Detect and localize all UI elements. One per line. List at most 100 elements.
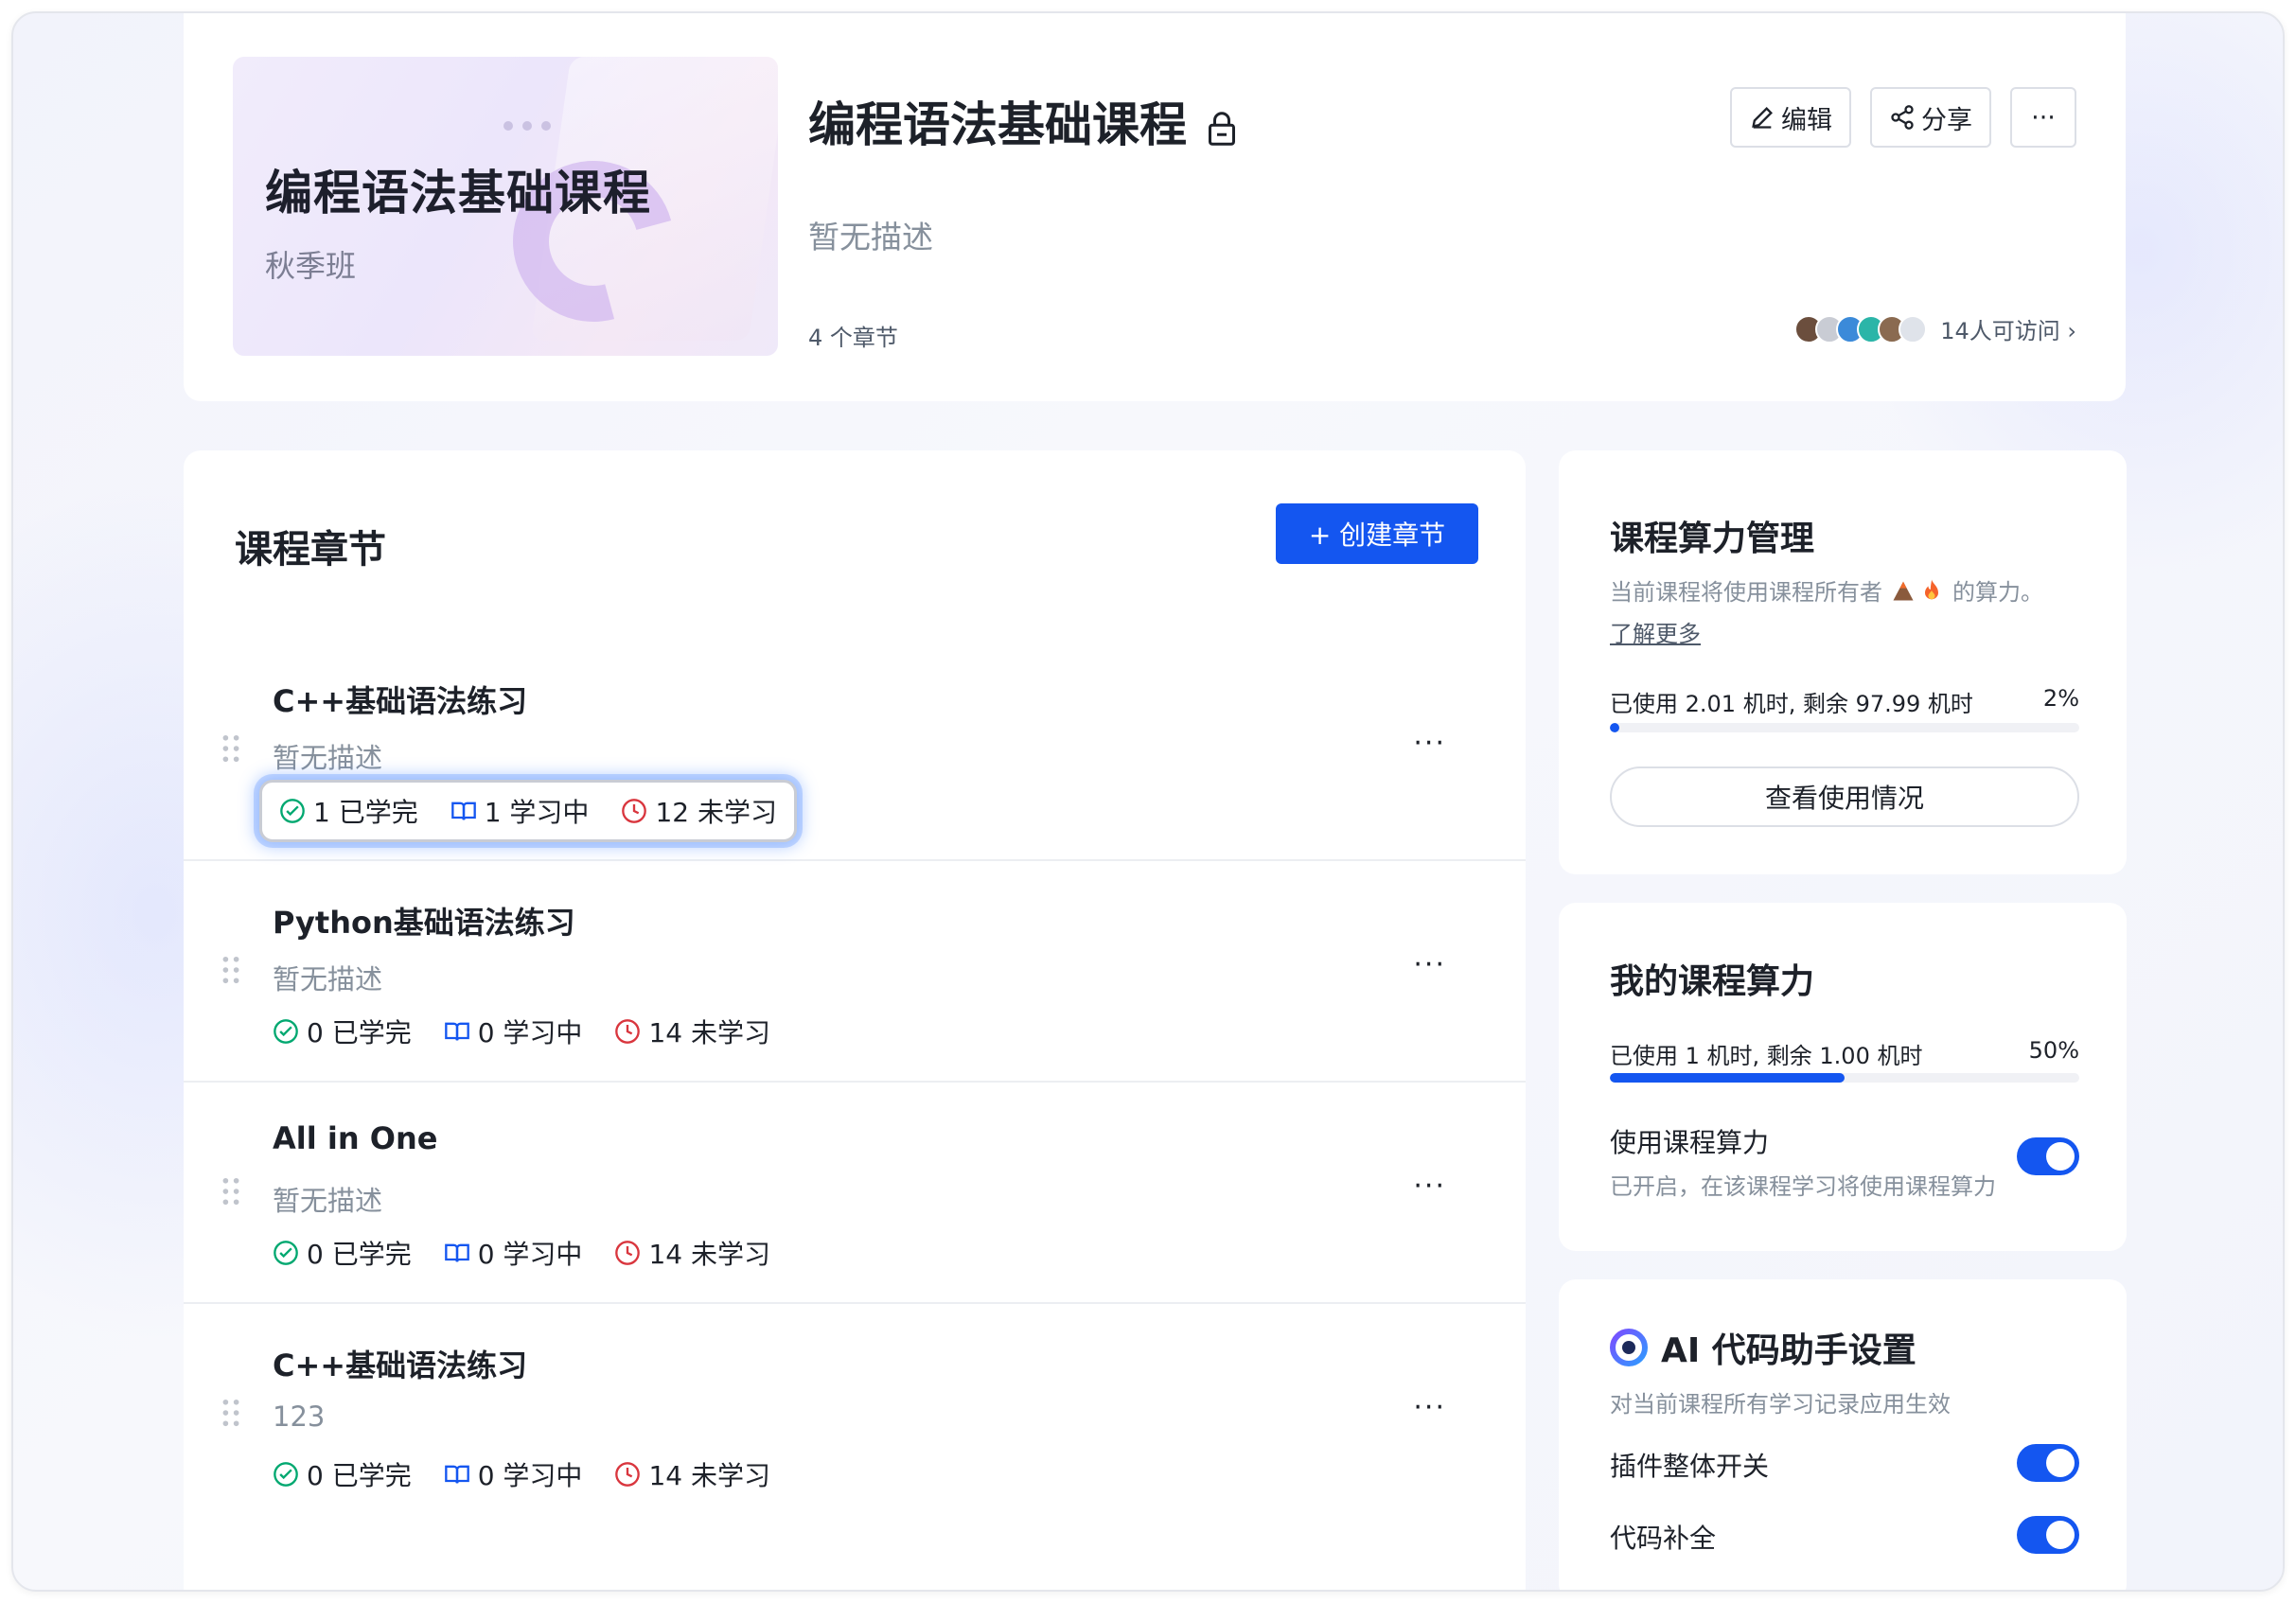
chapter-stats[interactable]: 1 已学完 1 学习中 12 未学习	[259, 780, 797, 842]
view-usage-button[interactable]: 查看使用情况	[1610, 766, 2079, 827]
stat-todo-text: 14 未学习	[648, 1017, 770, 1048]
clock-icon	[622, 799, 647, 823]
owner-text-suffix: 的算力。	[1952, 579, 2043, 606]
chapters-panel: 课程章节 + 创建章节 C++基础语法练习 暂无描述 ··· 1 已学完 1 学…	[184, 450, 1526, 1590]
share-button[interactable]: 分享	[1870, 87, 1991, 148]
compute-management-title: 课程算力管理	[1610, 520, 1815, 558]
chapter-item[interactable]: C++基础语法练习 暂无描述 ··· 1 已学完 1 学习中 12 未学习	[184, 640, 1526, 861]
stat-todo-text: 14 未学习	[648, 1460, 770, 1491]
owner-avatar-icon	[1890, 577, 1945, 604]
pencil-icon	[1752, 107, 1773, 129]
my-compute-title: 我的课程算力	[1610, 962, 1815, 1001]
drag-handle-icon[interactable]	[221, 1399, 240, 1427]
my-compute-progress-bar	[1610, 1073, 2079, 1083]
cover-subtitle: 秋季班	[265, 248, 357, 284]
chapter-more-button[interactable]: ···	[1413, 1170, 1446, 1203]
visitor-avatars	[1794, 314, 1928, 344]
chapters-title: 课程章节	[235, 528, 386, 572]
drag-handle-icon[interactable]	[221, 1177, 240, 1206]
compute-management-card: 课程算力管理 当前课程将使用课程所有者 的算力。 了解更多 已使用 2.01 机…	[1559, 450, 2127, 874]
chapter-title: C++基础语法练习	[273, 683, 528, 719]
code-completion-toggle[interactable]	[2017, 1516, 2079, 1554]
compute-usage-text: 已使用 2.01 机时, 剩余 97.99 机时	[1610, 691, 1973, 717]
stat-done: 0 已学完	[273, 1455, 412, 1493]
chapter-description: 暂无描述	[273, 742, 383, 774]
stat-learning: 0 学习中	[444, 1234, 583, 1272]
ai-settings-card: AI 代码助手设置 对当前课程所有学习记录应用生效 插件整体开关 代码补全	[1559, 1279, 2127, 1590]
stat-done: 0 已学完	[273, 1234, 412, 1272]
stat-done-text: 0 已学完	[307, 1239, 412, 1270]
stat-todo-text: 14 未学习	[648, 1239, 770, 1270]
stat-todo: 12 未学习	[621, 792, 777, 830]
learn-more-link[interactable]: 了解更多	[1610, 615, 1701, 648]
plugin-switch-toggle[interactable]	[2017, 1444, 2079, 1482]
compute-progress-fill	[1610, 723, 1619, 732]
drag-handle-icon[interactable]	[221, 734, 240, 763]
my-compute-usage-row: 已使用 1 机时, 剩余 1.00 机时 50%	[1610, 1037, 2079, 1070]
stat-todo: 14 未学习	[614, 1013, 770, 1050]
book-icon	[444, 1243, 469, 1262]
course-cover: 编程语法基础课程 秋季班	[233, 57, 778, 356]
chapter-title: Python基础语法练习	[273, 905, 575, 941]
book-icon	[444, 1022, 469, 1041]
course-header: 编程语法基础课程 秋季班 编程语法基础课程 暂无描述 4 个章节 编辑 分享 ·…	[184, 13, 2126, 401]
stat-todo-text: 12 未学习	[655, 797, 777, 828]
stat-learning-text: 0 学习中	[477, 1460, 583, 1491]
chapter-description: 暂无描述	[273, 963, 383, 995]
compute-usage-row: 已使用 2.01 机时, 剩余 97.99 机时 2%	[1610, 685, 2079, 718]
book-icon	[450, 802, 476, 820]
stat-learning-text: 0 学习中	[477, 1239, 583, 1270]
stat-learning-text: 1 学习中	[484, 797, 590, 828]
ai-settings-title-text: AI 代码助手设置	[1661, 1331, 1916, 1370]
chapter-item[interactable]: Python基础语法练习 暂无描述 ··· 0 已学完 0 学习中 14 未学习	[184, 861, 1526, 1083]
edit-button-label: 编辑	[1781, 105, 1832, 135]
course-title-text: 编程语法基础课程	[808, 97, 1187, 152]
ai-assistant-logo-icon	[1610, 1329, 1648, 1366]
use-compute-label: 使用课程算力	[1610, 1127, 1770, 1158]
cover-title: 编程语法基础课程	[265, 165, 651, 220]
chapter-title: All in One	[273, 1120, 438, 1156]
cover-decoration-dots	[503, 121, 551, 131]
book-icon	[444, 1465, 469, 1484]
visitors-text: 14人可访问 ›	[1940, 318, 2076, 344]
create-chapter-button[interactable]: + 创建章节	[1276, 503, 1478, 564]
chapter-more-button[interactable]: ···	[1413, 727, 1446, 760]
chapter-more-button[interactable]: ···	[1413, 1391, 1446, 1424]
stat-done-text: 0 已学完	[307, 1017, 412, 1048]
ai-settings-title: AI 代码助手设置	[1610, 1323, 1916, 1372]
share-icon	[1891, 105, 1914, 130]
stat-done: 0 已学完	[273, 1013, 412, 1050]
stat-learning: 0 学习中	[444, 1013, 583, 1050]
chapter-description: 123	[273, 1400, 326, 1433]
drag-handle-icon[interactable]	[221, 956, 240, 984]
stat-done-text: 1 已学完	[313, 797, 418, 828]
plugin-switch-label: 插件整体开关	[1610, 1451, 1770, 1482]
clock-icon	[615, 1019, 641, 1044]
check-circle-icon	[274, 1241, 298, 1265]
chapter-item[interactable]: C++基础语法练习 123 ··· 0 已学完 0 学习中 14 未学习	[184, 1304, 1526, 1525]
chapter-count: 4 个章节	[808, 325, 898, 351]
use-compute-desc: 已开启，在该课程学习将使用课程算力	[1610, 1173, 1996, 1200]
code-completion-label: 代码补全	[1610, 1523, 1717, 1554]
use-compute-toggle[interactable]	[2017, 1137, 2079, 1175]
chapter-item[interactable]: All in One 暂无描述 ··· 0 已学完 0 学习中 14 未学习	[184, 1083, 1526, 1304]
compute-usage-percent: 2%	[2042, 685, 2079, 712]
more-button[interactable]: ···	[2010, 87, 2076, 148]
more-icon: ···	[2031, 102, 2056, 132]
visitors-link[interactable]: 14人可访问 ›	[1794, 312, 2076, 345]
edit-button[interactable]: 编辑	[1730, 87, 1851, 148]
owner-text-prefix: 当前课程将使用课程所有者	[1610, 579, 1882, 606]
stat-todo: 14 未学习	[614, 1234, 770, 1272]
stat-learning: 1 学习中	[450, 792, 590, 830]
lock-icon	[1208, 103, 1236, 146]
app-window: 编程语法基础课程 秋季班 编程语法基础课程 暂无描述 4 个章节 编辑 分享 ·…	[11, 11, 2285, 1592]
chapter-description: 暂无描述	[273, 1185, 383, 1217]
chapter-more-button[interactable]: ···	[1413, 948, 1446, 981]
stat-done-text: 0 已学完	[307, 1460, 412, 1491]
stat-learning-text: 0 学习中	[477, 1017, 583, 1048]
ai-settings-desc: 对当前课程所有学习记录应用生效	[1610, 1391, 1951, 1418]
stat-done: 1 已学完	[279, 792, 418, 830]
check-circle-icon	[280, 799, 305, 823]
check-circle-icon	[274, 1462, 298, 1487]
stat-learning: 0 学习中	[444, 1455, 583, 1493]
